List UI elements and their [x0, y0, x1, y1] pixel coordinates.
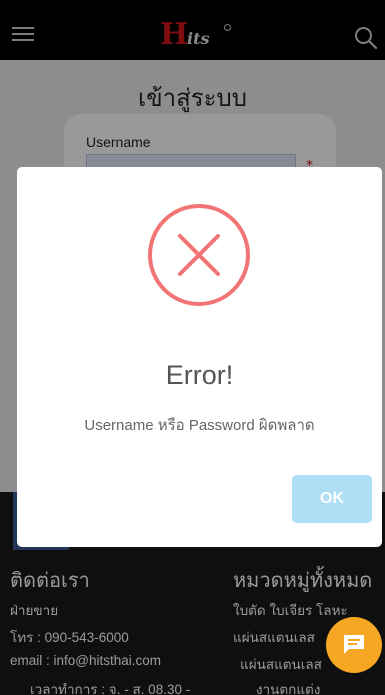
chat-icon [344, 635, 364, 654]
error-dialog: Error! Username หรือ Password ผิดพลาด OK [17, 167, 382, 547]
error-x-icon [146, 202, 252, 308]
dialog-title: Error! [165, 360, 234, 390]
dialog-message: Username หรือ Password ผิดพลาด [84, 417, 315, 434]
chat-button[interactable] [326, 617, 382, 673]
ok-button[interactable]: OK [292, 475, 372, 523]
